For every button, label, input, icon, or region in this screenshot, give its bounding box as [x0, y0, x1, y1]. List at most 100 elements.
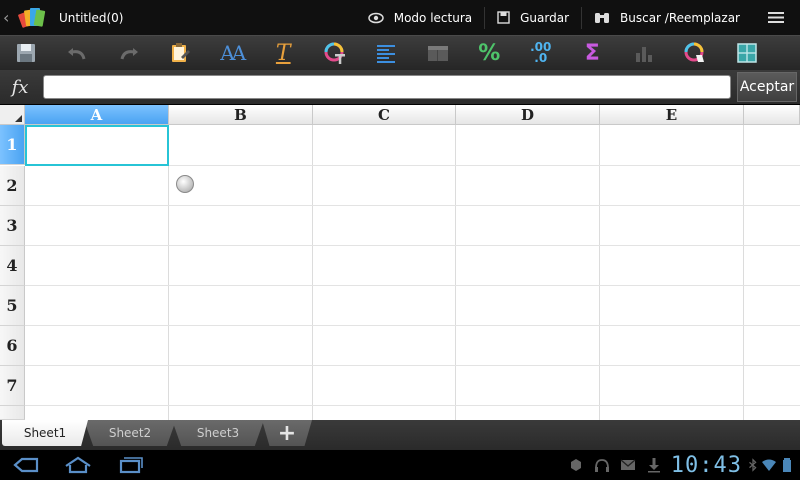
usb-debug-icon — [563, 450, 589, 480]
binoculars-icon — [594, 11, 610, 24]
system-bar: 10:43 — [0, 450, 800, 480]
find-replace-label: Buscar /Reemplazar — [620, 10, 740, 25]
percent-icon: % — [478, 40, 501, 66]
column-header-b[interactable]: B — [169, 105, 313, 125]
undo-icon — [68, 48, 86, 60]
spreadsheet-grid[interactable]: A B C D E 1 2 3 4 5 6 7 — [0, 105, 800, 420]
grid-line — [455, 125, 456, 420]
borders-icon — [737, 43, 757, 63]
grid-line — [312, 125, 313, 420]
save-icon — [16, 44, 35, 62]
grid-line — [25, 325, 800, 326]
save-action-label: Guardar — [520, 10, 570, 25]
save-icon — [497, 11, 510, 24]
font-color-button[interactable] — [309, 36, 361, 71]
borders-button[interactable] — [721, 36, 773, 71]
reading-mode-label: Modo lectura — [393, 10, 473, 25]
column-header-d[interactable]: D — [456, 105, 600, 125]
font-size-icon: AA — [220, 41, 246, 65]
align-icon — [377, 45, 396, 63]
row-header-5[interactable]: 5 — [0, 286, 25, 326]
merge-icon — [427, 46, 448, 61]
grid-line — [25, 245, 800, 246]
sheet-tab-bar: Sheet3 Sheet2 + Sheet1 — [0, 420, 800, 450]
find-replace-button[interactable]: Buscar /Reemplazar — [582, 0, 752, 35]
download-icon — [641, 450, 667, 480]
accept-button[interactable]: Aceptar — [737, 72, 797, 102]
sheet-tab-sheet3[interactable]: Sheet3 — [172, 420, 264, 446]
paste-button[interactable] — [155, 36, 207, 71]
column-header-f[interactable] — [744, 105, 800, 125]
formula-input[interactable] — [43, 75, 731, 99]
status-clock: 10:43 — [670, 452, 742, 478]
email-icon — [615, 450, 641, 480]
merge-cells-button[interactable] — [412, 36, 464, 71]
action-bar: ‹ Untitled(0) Modo lectura Guardar Busca… — [0, 0, 800, 35]
column-header-c[interactable]: C — [313, 105, 456, 125]
font-color-icon — [324, 42, 345, 64]
row-header-4[interactable]: 4 — [0, 246, 25, 286]
decimal-icon: .00 .0 — [530, 40, 552, 65]
fill-color-button[interactable] — [670, 36, 722, 71]
toolbar-save-button[interactable] — [0, 36, 52, 71]
row-header-8[interactable] — [0, 406, 25, 420]
wifi-icon — [760, 450, 778, 480]
grid-line — [743, 125, 744, 420]
reading-mode-button[interactable]: Modo lectura — [356, 0, 484, 35]
recent-apps-icon — [119, 457, 143, 474]
add-sheet-button[interactable]: + — [262, 420, 312, 446]
sum-icon: Σ — [584, 40, 600, 66]
row-header-2[interactable]: 2 — [0, 166, 25, 206]
grid-line — [25, 405, 800, 406]
bluetooth-icon — [746, 450, 760, 480]
function-icon[interactable]: fx — [0, 77, 40, 98]
headphones-icon — [589, 450, 615, 480]
back-chevron-icon[interactable]: ‹ — [3, 8, 15, 27]
clipboard-icon — [172, 43, 191, 62]
column-header-e[interactable]: E — [600, 105, 744, 125]
corner-triangle-icon — [15, 115, 22, 122]
alignment-button[interactable] — [361, 36, 413, 71]
font-style-button[interactable]: T — [258, 36, 310, 71]
eye-icon — [367, 12, 384, 24]
row-header-3[interactable]: 3 — [0, 206, 25, 246]
back-arrow-icon — [13, 457, 39, 473]
fill-color-icon — [684, 42, 705, 62]
row-header-1[interactable]: 1 — [0, 125, 25, 165]
grid-line — [599, 125, 600, 420]
percent-button[interactable]: % — [464, 36, 516, 71]
formula-bar: fx Aceptar — [0, 70, 800, 104]
redo-icon — [120, 48, 138, 60]
grid-line — [25, 285, 800, 286]
overflow-menu-button[interactable] — [752, 0, 800, 35]
format-toolbar: AA T % .00 .0 Σ — [0, 35, 800, 70]
chart-icon — [635, 47, 652, 62]
nav-home-button[interactable] — [52, 450, 104, 480]
nav-recents-button[interactable] — [104, 450, 156, 480]
app-logo-icon[interactable] — [17, 4, 47, 32]
sum-button[interactable]: Σ — [567, 36, 619, 71]
undo-button[interactable] — [52, 36, 104, 71]
row-header-7[interactable]: 7 — [0, 366, 25, 406]
selected-cell-a1[interactable] — [25, 125, 169, 166]
save-action-button[interactable]: Guardar — [485, 0, 581, 35]
grid-line — [168, 125, 169, 420]
home-icon — [65, 456, 91, 474]
menu-icon — [768, 12, 784, 23]
decimal-button[interactable]: .00 .0 — [515, 36, 567, 71]
column-header-a[interactable]: A — [25, 105, 169, 125]
redo-button[interactable] — [103, 36, 155, 71]
grid-line — [25, 365, 800, 366]
grid-line — [25, 205, 800, 206]
font-style-icon: T — [275, 40, 291, 66]
sheet-tab-sheet1[interactable]: Sheet1 — [2, 420, 88, 446]
select-all-corner[interactable] — [0, 105, 25, 125]
selection-drag-handle[interactable] — [176, 175, 194, 193]
nav-back-button[interactable] — [0, 450, 52, 480]
chart-button[interactable] — [618, 36, 670, 71]
sheet-tab-sheet2[interactable]: Sheet2 — [84, 420, 176, 446]
font-size-button[interactable]: AA — [206, 36, 258, 71]
row-header-6[interactable]: 6 — [0, 326, 25, 366]
battery-icon — [778, 450, 796, 480]
document-title: Untitled(0) — [59, 10, 124, 25]
